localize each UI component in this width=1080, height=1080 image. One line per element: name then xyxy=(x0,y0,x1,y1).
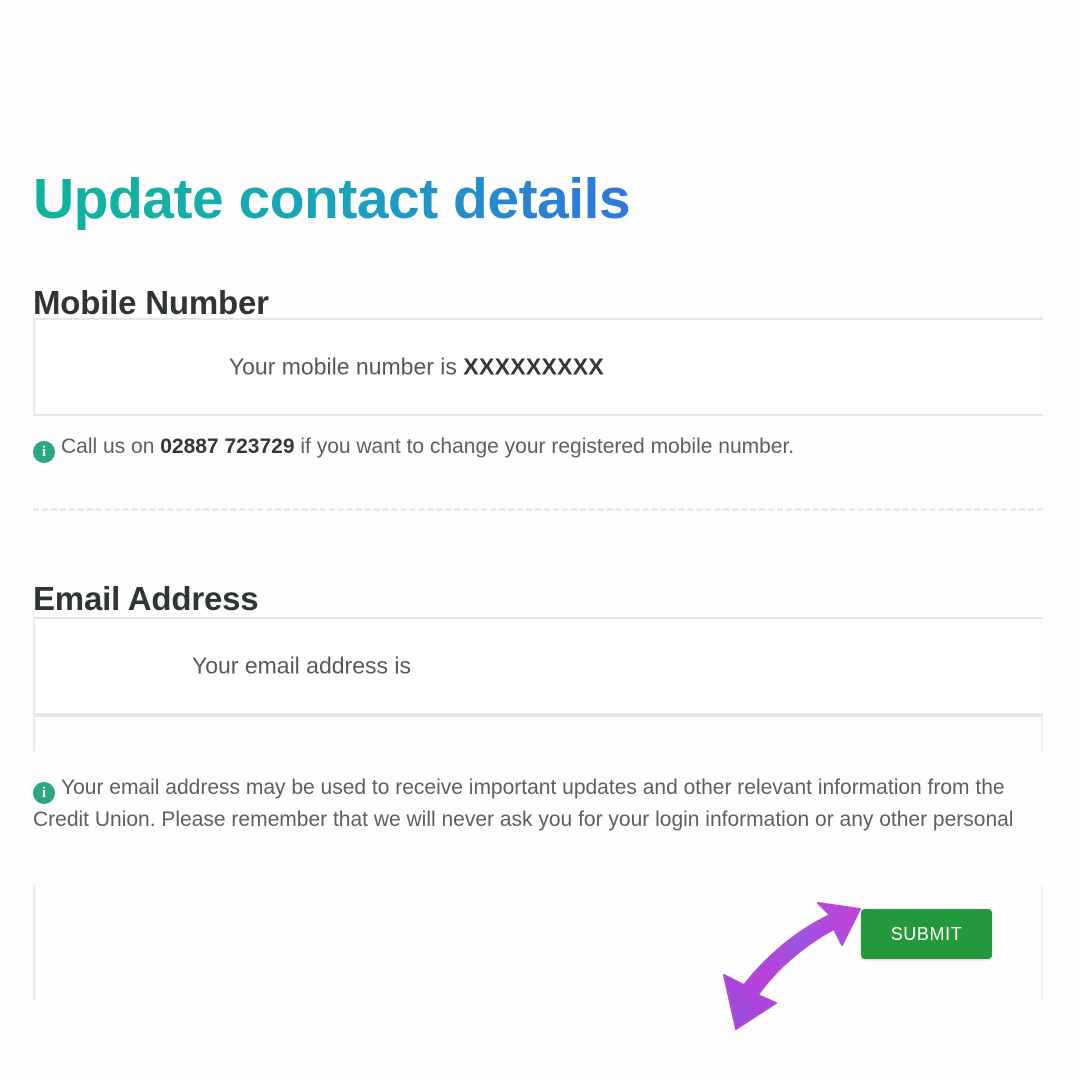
mobile-number-label: Your mobile number is xyxy=(228,353,464,380)
mobile-number-heading: Mobile Number xyxy=(33,284,269,322)
email-address-value: Your email address is xyxy=(35,653,1043,680)
info-icon: i xyxy=(33,782,55,804)
email-address-field[interactable]: Your email address is xyxy=(33,617,1043,715)
page-title: Update contact details xyxy=(33,167,631,232)
mobile-number-note: i Call us on 02887 723729 if you want to … xyxy=(33,431,1033,463)
mobile-note-suffix: if you want to change your registered mo… xyxy=(294,435,795,458)
submit-button[interactable]: SUBMIT xyxy=(861,909,992,959)
section-divider xyxy=(33,508,1043,511)
info-icon: i xyxy=(33,441,55,463)
page-root: Update contact details Mobile Number You… xyxy=(0,0,1080,1080)
email-address-heading: Email Address xyxy=(33,580,259,618)
mobile-note-prefix: Call us on xyxy=(61,435,161,458)
mobile-note-phone: 02887 723729 xyxy=(160,435,295,458)
email-note-text: Your email address may be used to receiv… xyxy=(33,776,1014,831)
mobile-number-field[interactable]: Your mobile number is XXXXXXXXX xyxy=(33,318,1043,416)
mobile-number-value: Your mobile number is XXXXXXXXX xyxy=(35,354,1043,381)
email-address-label: Your email address is xyxy=(191,652,412,679)
mobile-number-masked: XXXXXXXXX xyxy=(463,353,605,380)
email-field-lower-frame xyxy=(33,715,1043,751)
email-address-note: i Your email address may be used to recei… xyxy=(33,772,1038,836)
